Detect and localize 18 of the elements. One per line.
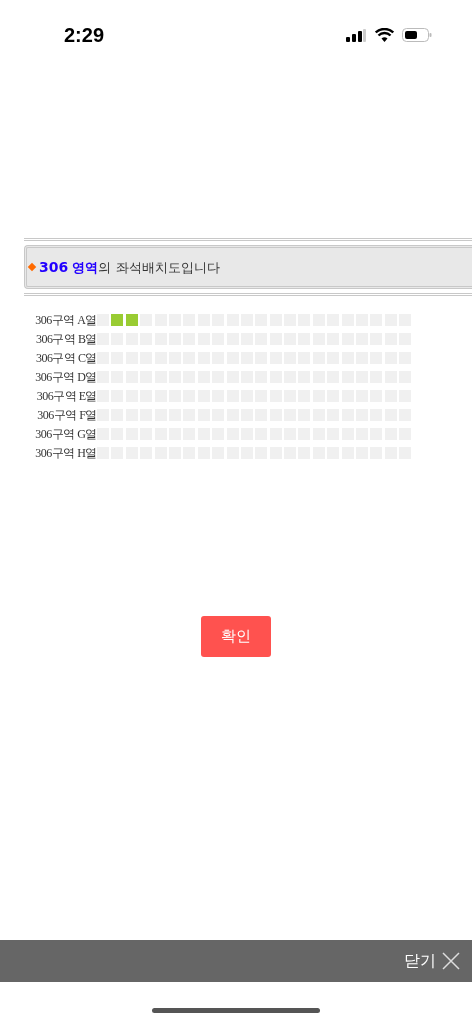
status-time: 2:29 <box>64 23 105 48</box>
row-label: 306구역 E열 <box>35 390 97 402</box>
seat[interactable] <box>125 314 138 326</box>
header-title: 306 영역의 좌석배치도입니다 <box>39 257 220 277</box>
signal-icon <box>346 28 367 42</box>
row-label: 306구역 G열 <box>34 428 97 440</box>
confirm-button[interactable]: 확인 <box>201 616 271 657</box>
row-label: 306구역 C열 <box>35 352 97 364</box>
row-label: 306구역 B열 <box>35 333 97 345</box>
row-label: 306구역 D열 <box>34 371 97 383</box>
row-label: 306구역 F열 <box>36 409 97 421</box>
close-icon <box>442 952 460 970</box>
close-button[interactable]: 닫기 <box>404 949 460 973</box>
row-label: 306구역 A열 <box>34 314 97 326</box>
row-label: 306구역 H열 <box>34 447 97 459</box>
battery-icon <box>402 28 432 42</box>
wifi-icon <box>375 28 394 42</box>
seat[interactable] <box>111 314 124 326</box>
